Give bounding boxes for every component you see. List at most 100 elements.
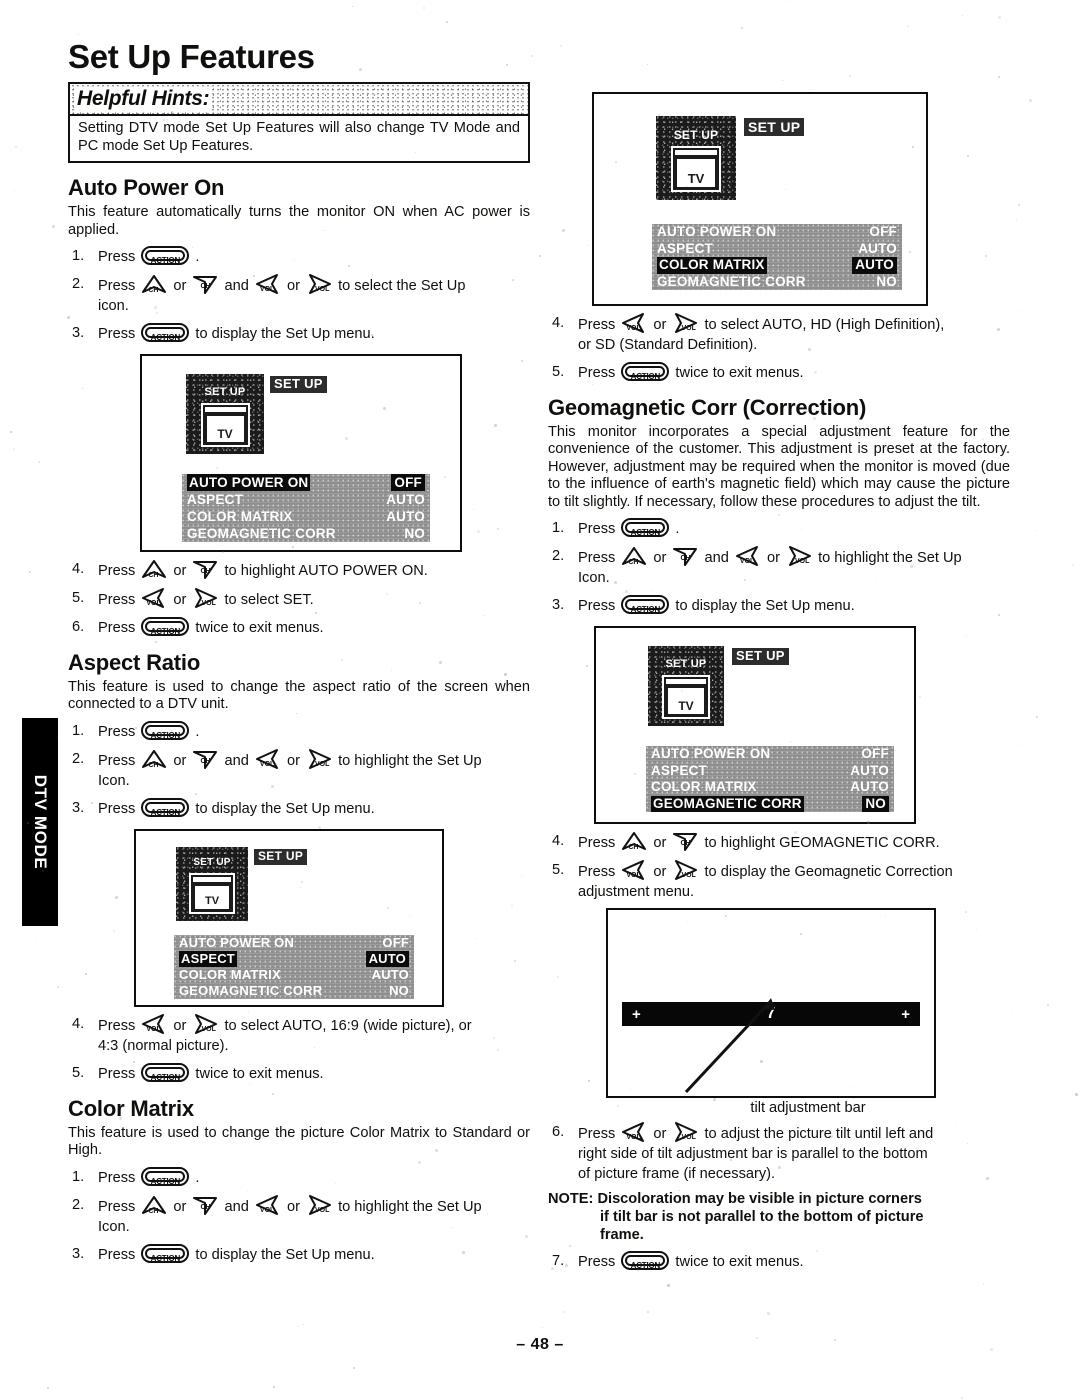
channel-up-key-label: CH	[628, 844, 639, 852]
action-button-icon: ACTION	[621, 1251, 670, 1271]
step-description: .	[671, 521, 680, 538]
action-button-label: ACTION	[150, 1176, 181, 1186]
step-description-line2: right side of tilt adjustment bar is par…	[578, 1146, 928, 1163]
step-text: Press CH or CH to highlight GEOMAGNETIC …	[578, 831, 1010, 853]
step-text: Press ACTION to display the Set Up menu.	[578, 595, 1010, 616]
step-conjunction: or	[282, 1198, 305, 1215]
osd-icon-tv-bar	[193, 877, 231, 883]
osd-icon-tv-label: TV	[687, 171, 705, 186]
channel-up-key-label: CH	[148, 287, 159, 294]
volume-down-icon: VOL	[621, 1122, 647, 1143]
instruction-step: 3. Press ACTION to display the Set Up men…	[68, 1243, 530, 1265]
osd-menu-row[interactable]: COLOR MATRIX AUTO	[652, 257, 902, 274]
action-button-icon: ACTION	[141, 617, 190, 636]
instruction-step: 1. Press ACTION .	[548, 518, 1010, 539]
step-verb: Press	[578, 1126, 620, 1143]
osd-menu-row[interactable]: ASPECT AUTO	[646, 763, 894, 780]
osd-menu-row-value: AUTO	[850, 762, 889, 778]
osd-menu-row[interactable]: COLOR MATRIX AUTO	[182, 508, 430, 525]
step-number: 6.	[72, 619, 85, 635]
osd-menu-row[interactable]: COLOR MATRIX AUTO	[174, 967, 414, 983]
step-verb: Press	[578, 521, 620, 538]
osd-menu-row-value: NO	[389, 982, 409, 998]
osd-icon-tv-graphic: TV	[189, 873, 235, 915]
step-number: 7.	[552, 1253, 565, 1270]
osd-menu-row[interactable]: AUTO POWER ON OFF	[182, 474, 430, 491]
step-conjunction: or	[282, 752, 305, 769]
step-verb: Press	[578, 598, 620, 615]
channel-down-icon: CH	[672, 831, 698, 852]
osd-screenshot-aspect-ratio: SET UP TV SET UP AUTO POWER ON OFF ASPECT AUTO…	[134, 828, 444, 1007]
volume-up-key-label: VOL	[681, 872, 696, 880]
volume-up-icon: VOL	[306, 274, 332, 295]
instruction-step: 3. Press ACTION to display the Set Up men…	[68, 323, 530, 344]
step-number: 3.	[552, 597, 565, 614]
note-prefix: NOTE:	[548, 1191, 594, 1208]
step-text: Press ACTION to display the Set Up menu.	[98, 323, 530, 344]
osd-screenshot-auto-power-on: SET UP TV SET UP AUTO POWER ON OFF ASPECT AUTO…	[140, 354, 462, 552]
step-verb: Press	[578, 365, 620, 381]
osd-menu-row-value: NO	[404, 526, 425, 541]
osd-menu-row-value: AUTO	[858, 240, 897, 256]
section-heading-auto-power-on: Auto Power On	[68, 175, 225, 201]
osd-menu-row-value: AUTO	[371, 966, 409, 982]
steps-geomagnetic-step7: 7. Press ACTION twice to exit menus.	[548, 1251, 1010, 1272]
step-description: to select AUTO, 16:9 (wide picture), or	[220, 1017, 472, 1034]
step-text: Press VOL or VOL to select SET.	[98, 588, 530, 610]
osd-menu-row[interactable]: GEOMAGNETIC CORR NO	[182, 525, 430, 542]
osd-icon-tv-label: TV	[204, 895, 220, 908]
instruction-step: 1. Press ACTION .	[68, 246, 530, 267]
step-number: 4.	[552, 833, 565, 850]
step-description: to highlight the Set Up	[814, 550, 962, 567]
instruction-step: 4. Press VOL or VOL to select AUTO, 16:9 …	[68, 1013, 530, 1056]
note-line3: frame.	[600, 1227, 644, 1244]
step-description-line3: of picture frame (if necessary).	[578, 1166, 776, 1183]
step-conjunction: and	[220, 1198, 253, 1215]
channel-up-key-label: CH	[148, 1207, 159, 1215]
step-number: 3.	[72, 799, 85, 816]
step-description: to highlight AUTO POWER ON.	[220, 563, 428, 579]
volume-down-icon: VOL	[735, 546, 761, 567]
step-description: to display the Set Up menu.	[191, 1246, 375, 1263]
osd-icon-tv-graphic: TV	[671, 146, 721, 192]
step-description: to display the Set Up menu.	[191, 326, 375, 342]
osd-menu-row[interactable]: AUTO POWER ON OFF	[652, 224, 902, 241]
osd-menu-row[interactable]: ASPECT AUTO	[182, 491, 430, 508]
osd-menu-row-value: AUTO	[386, 492, 425, 507]
right-column: SET UP TV SET UP AUTO POWER ON OFF ASPECT AUTO…	[548, 40, 1010, 1272]
channel-up-icon: CH	[141, 274, 167, 295]
step-number: 6.	[552, 1124, 565, 1141]
volume-up-icon: VOL	[672, 1122, 698, 1143]
steps-color-matrix-after: 4. Press VOL or VOL to select AUTO, HD (H…	[548, 313, 1010, 383]
step-text: Press ACTION .	[98, 720, 530, 742]
osd-menu-row[interactable]: AUTO POWER ON OFF	[174, 935, 414, 951]
step-number: 2.	[72, 276, 85, 292]
volume-up-icon: VOL	[786, 546, 812, 567]
osd-menu-row-label: AUTO POWER ON	[651, 746, 771, 762]
step-number: 4.	[72, 561, 85, 577]
instruction-step: 4. Press VOL or VOL to select AUTO, HD (H…	[548, 313, 1010, 355]
osd-menu-row-value: OFF	[382, 934, 409, 950]
osd-menu-row[interactable]: ASPECT AUTO	[652, 241, 902, 258]
osd-menu-row[interactable]: GEOMAGNETIC CORR NO	[646, 795, 894, 813]
osd-menu-row[interactable]: GEOMAGNETIC CORR NO	[174, 983, 414, 999]
step-number: 1.	[72, 248, 85, 264]
instruction-step: 2. Press CH or CH and VOL or VOL to highl…	[68, 748, 530, 791]
helpful-hints-box: Helpful Hints: Setting DTV mode Set Up F…	[68, 82, 530, 164]
osd-menu-row[interactable]: GEOMAGNETIC CORR NO	[652, 274, 902, 291]
instruction-step: 5. Press ACTION twice to exit menus.	[68, 1062, 530, 1084]
osd-menu-row[interactable]: ASPECT AUTO	[174, 950, 414, 967]
step-verb: Press	[578, 864, 620, 881]
osd-menu-row[interactable]: COLOR MATRIX AUTO	[646, 779, 894, 796]
step-description: to select AUTO, HD (High Definition),	[700, 317, 945, 333]
step-verb: Press	[98, 592, 140, 608]
step-text: Press CH or CH and VOL or VOL to highlig…	[98, 748, 530, 791]
step-text: Press ACTION .	[98, 1166, 530, 1188]
osd-setup-icon: SET UP TV	[186, 374, 264, 454]
section-body-auto-power-on: This feature automatically turns the mon…	[68, 204, 530, 238]
step-description-line2: icon.	[98, 298, 129, 314]
channel-up-icon: CH	[141, 749, 167, 770]
osd-icon-tv-label: TV	[678, 698, 694, 713]
osd-menu-row[interactable]: AUTO POWER ON OFF	[646, 746, 894, 763]
step-conjunction: or	[282, 278, 305, 294]
